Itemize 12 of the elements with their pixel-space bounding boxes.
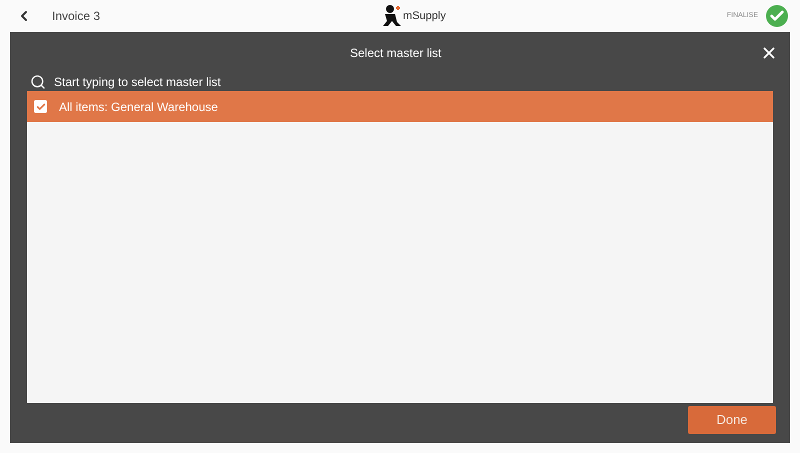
done-button[interactable]: Done	[688, 406, 776, 434]
checkbox[interactable]	[34, 100, 47, 113]
finalise-button[interactable]	[766, 5, 788, 27]
search-icon	[30, 74, 46, 90]
logo-icon	[381, 4, 404, 28]
check-icon	[36, 102, 46, 112]
modal-title: Select master list	[350, 45, 442, 62]
page-title: Invoice 3	[52, 8, 100, 25]
list-item-label: All items: General Warehouse	[59, 98, 218, 116]
logo-text: mSupply	[403, 8, 446, 24]
list-item[interactable]: All items: General Warehouse	[27, 91, 773, 122]
search-field[interactable]: Start typing to select master list	[54, 73, 354, 91]
